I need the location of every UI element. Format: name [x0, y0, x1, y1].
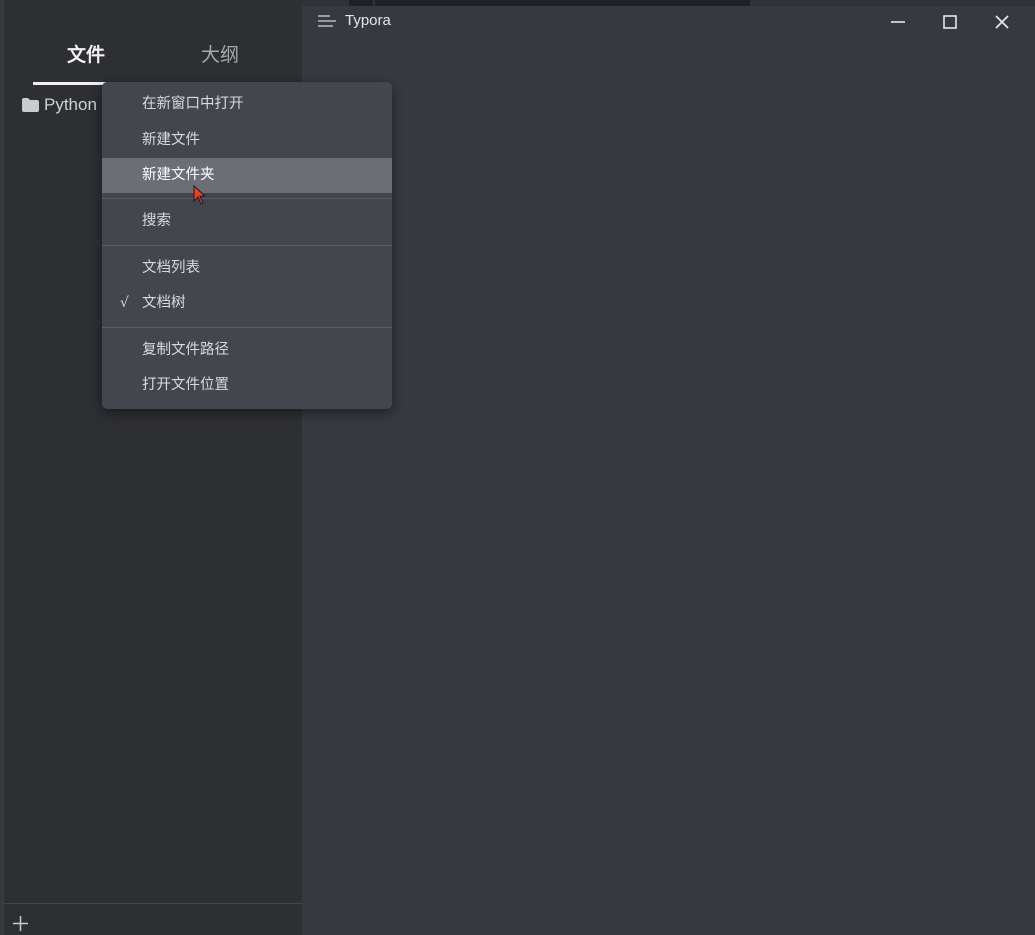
menu-item-label: 在新窗口中打开: [142, 96, 244, 112]
typora-window: 文件 大纲 Python Typora 在新窗口中打开 新建文件 新建文件夹 搜…: [0, 0, 1035, 935]
menu-item-label: 打开文件位置: [142, 377, 229, 393]
minimize-icon: [891, 21, 905, 23]
sidebar-tabs: 文件 大纲: [4, 0, 303, 86]
menu-item-label: 文档列表: [142, 260, 200, 276]
menu-separator: [102, 327, 392, 328]
window-title: Typora: [345, 12, 391, 29]
maximize-button[interactable]: [935, 8, 965, 36]
menu-item-label: 新建文件夹: [142, 167, 215, 183]
close-button[interactable]: [987, 8, 1017, 36]
maximize-icon: [943, 15, 957, 29]
menu-separator: [102, 245, 392, 246]
menu-item-open-file-location[interactable]: 打开文件位置: [102, 368, 392, 403]
hamburger-menu-icon[interactable]: [318, 14, 336, 28]
menu-item-new-file[interactable]: 新建文件: [102, 123, 392, 158]
menu-item-new-folder[interactable]: 新建文件夹: [102, 158, 392, 193]
folder-icon: [22, 98, 39, 112]
minimize-button[interactable]: [883, 8, 913, 36]
checkmark-icon: √: [120, 295, 129, 311]
menu-item-label: 新建文件: [142, 132, 200, 148]
title-bar: Typora: [302, 0, 1035, 42]
close-icon: [995, 15, 1009, 29]
menu-item-search[interactable]: 搜索: [102, 204, 392, 239]
mouse-cursor-icon: [193, 185, 207, 205]
context-menu: 在新窗口中打开 新建文件 新建文件夹 搜索 文档列表 √ 文档树 复制文件路径 …: [102, 82, 392, 409]
menu-item-copy-file-path[interactable]: 复制文件路径: [102, 333, 392, 368]
menu-item-open-in-new-window[interactable]: 在新窗口中打开: [102, 87, 392, 122]
menu-item-label: 搜索: [142, 213, 171, 229]
add-icon[interactable]: [12, 915, 29, 932]
menu-separator: [102, 198, 392, 199]
tree-item-label: Python: [44, 95, 97, 114]
tab-files[interactable]: 文件: [36, 40, 136, 67]
menu-item-document-list[interactable]: 文档列表: [102, 251, 392, 286]
menu-item-label: 复制文件路径: [142, 342, 229, 358]
tab-outline[interactable]: 大纲: [170, 40, 270, 67]
sidebar-footer: [4, 903, 303, 935]
menu-item-document-tree[interactable]: √ 文档树: [102, 286, 392, 321]
tree-item-python-folder[interactable]: Python: [22, 94, 97, 116]
menu-item-label: 文档树: [142, 295, 186, 311]
